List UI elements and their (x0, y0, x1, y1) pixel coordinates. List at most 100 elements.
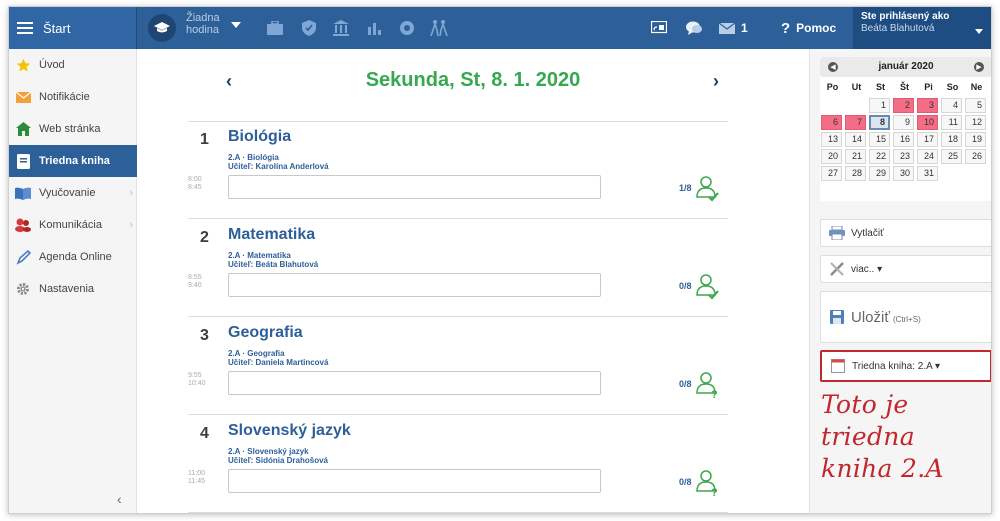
lesson-topic-input[interactable] (228, 371, 601, 395)
calendar-day[interactable]: 27 (821, 166, 842, 181)
lesson-topic-input[interactable] (228, 273, 601, 297)
user-menu[interactable]: Ste prihlásený ako Beáta Blahutová (853, 7, 991, 49)
calendar-day[interactable]: 22 (869, 149, 890, 164)
attendance-icon[interactable]: ? (696, 371, 720, 401)
menu-icon[interactable] (17, 22, 33, 34)
bar-chart-icon[interactable] (365, 18, 385, 38)
sidebar-item-triedna-kniha[interactable]: Triedna kniha (9, 145, 137, 177)
sidebar-item-label: Agenda Online (39, 251, 112, 263)
calendar-day[interactable]: 12 (965, 115, 986, 130)
calendar-day[interactable]: 6 (821, 115, 842, 130)
calendar-weekday: So (946, 82, 959, 92)
calendar-weekday: Po (826, 82, 839, 92)
main-content: ‹ Sekunda, St, 8. 1. 2020 › 1 Biológia 2… (138, 49, 808, 513)
save-button[interactable]: Uložiť (Ctrl+S) (820, 291, 991, 343)
chevron-down-icon[interactable] (231, 22, 241, 28)
calendar-day[interactable]: 26 (965, 149, 986, 164)
hiking-icon[interactable] (429, 18, 449, 38)
help-button[interactable]: ? Pomoc (781, 7, 836, 49)
calendar-day[interactable]: 14 (845, 132, 866, 147)
lesson-subject[interactable]: Matematika (228, 226, 315, 244)
lesson-details: 2.A · Biológia Učiteľ: Karolína Anderlov… (228, 153, 329, 171)
sidebar-item-label: Komunikácia (39, 219, 102, 231)
calendar-day[interactable]: 16 (893, 132, 914, 147)
user-name: Beáta Blahutová (861, 23, 935, 34)
lesson-class: 2.A · Slovenský jazyk (228, 447, 309, 456)
people-icon (15, 217, 31, 233)
chat-icon[interactable] (684, 18, 704, 38)
graduation-cap-icon[interactable] (148, 14, 176, 42)
lesson-selector[interactable]: Žiadna hodina (186, 12, 220, 36)
star-icon (15, 57, 31, 73)
calendar-day[interactable]: 17 (917, 132, 938, 147)
calendar-day[interactable]: 3 (917, 98, 938, 113)
calendar-day[interactable]: 31 (917, 166, 938, 181)
calendar-day[interactable]: 1 (869, 98, 890, 113)
lesson-subject[interactable]: Biológia (228, 128, 291, 146)
calendar-day[interactable]: 2 (893, 98, 914, 113)
calendar-day[interactable]: 21 (845, 149, 866, 164)
annotation-line2: kniha 2.A (821, 454, 944, 483)
calendar-day[interactable]: 28 (845, 166, 866, 181)
calendar-day[interactable]: 10 (917, 115, 938, 130)
calendar-day[interactable]: 15 (869, 132, 890, 147)
more-label: viac.. ▾ (851, 263, 883, 275)
badge-icon[interactable] (397, 18, 417, 38)
attendance-icon[interactable]: ? (696, 469, 720, 499)
calendar-day[interactable]: 29 (869, 166, 890, 181)
svg-text:?: ? (711, 487, 718, 497)
attendance-count: 0/8 (679, 379, 692, 389)
lesson-subject[interactable]: Geografia (228, 324, 303, 342)
sidebar-item-komunikacia[interactable]: Komunikácia › (9, 209, 137, 241)
calendar-day[interactable]: 13 (821, 132, 842, 147)
sidebar-item-web-stranka[interactable]: Web stránka (9, 113, 137, 145)
chevron-right-icon: › (129, 219, 133, 231)
classbook-selector[interactable]: Triedna kniha: 2.A ▾ (820, 350, 991, 382)
lesson-class: 2.A · Biológia (228, 153, 279, 162)
calendar-day[interactable]: 30 (893, 166, 914, 181)
start-button[interactable]: Štart (9, 7, 137, 49)
calendar-day[interactable]: 23 (893, 149, 914, 164)
print-button[interactable]: Vytlačiť (820, 219, 991, 247)
messages-button[interactable]: 1 (719, 7, 748, 49)
calendar-day[interactable]: 11 (941, 115, 962, 130)
lesson-row: 3 Geografia 2.A · Geografia Učiteľ: Dani… (188, 317, 728, 415)
calendar-day[interactable]: 18 (941, 132, 962, 147)
next-day-button[interactable]: › (713, 71, 719, 92)
lesson-topic-input[interactable] (228, 469, 601, 493)
collapse-sidebar-icon[interactable]: ‹ (117, 491, 122, 507)
sidebar-item-agenda-online[interactable]: Agenda Online (9, 241, 137, 273)
lesson-teacher: Učiteľ: Karolína Anderlová (228, 162, 329, 171)
chevron-right-icon: › (129, 187, 133, 199)
calendar-day[interactable]: 25 (941, 149, 962, 164)
briefcase-icon[interactable] (265, 18, 285, 38)
sidebar-item-nastavenia[interactable]: Nastavenia (9, 273, 137, 305)
sidebar-item-vyucovanie[interactable]: Vyučovanie › (9, 177, 137, 209)
more-button[interactable]: viac.. ▾ (820, 255, 991, 283)
attendance-icon[interactable] (696, 175, 720, 203)
attendance-icon[interactable] (696, 273, 720, 301)
shield-icon[interactable] (299, 18, 319, 38)
screen-share-icon[interactable] (649, 18, 669, 38)
save-icon (829, 309, 845, 325)
lesson-number: 3 (200, 327, 209, 344)
calendar-day-today[interactable]: 8 (869, 115, 890, 130)
calendar-day[interactable]: 24 (917, 149, 938, 164)
calendar-day[interactable]: 20 (821, 149, 842, 164)
annotation-text: Toto je triedna kniha 2.A (821, 389, 991, 485)
svg-text:?: ? (711, 389, 718, 399)
calendar-day[interactable]: 19 (965, 132, 986, 147)
calendar-day[interactable]: 4 (941, 98, 962, 113)
next-month-icon[interactable]: ▶ (974, 62, 984, 72)
sidebar-item-uvod[interactable]: Úvod (9, 49, 137, 81)
sidebar-item-notifikacie[interactable]: Notifikácie (9, 81, 137, 113)
lesson-topic-input[interactable] (228, 175, 601, 199)
institution-icon[interactable] (331, 18, 351, 38)
lesson-start: 8:00 (188, 176, 202, 183)
lesson-subject[interactable]: Slovenský jazyk (228, 422, 351, 440)
lesson-row: 4 Slovenský jazyk 2.A · Slovenský jazyk … (188, 415, 728, 513)
calendar-day[interactable]: 9 (893, 115, 914, 130)
calendar-day[interactable]: 5 (965, 98, 986, 113)
calendar-day[interactable]: 7 (845, 115, 866, 130)
lesson-class: 2.A · Geografia (228, 349, 285, 358)
